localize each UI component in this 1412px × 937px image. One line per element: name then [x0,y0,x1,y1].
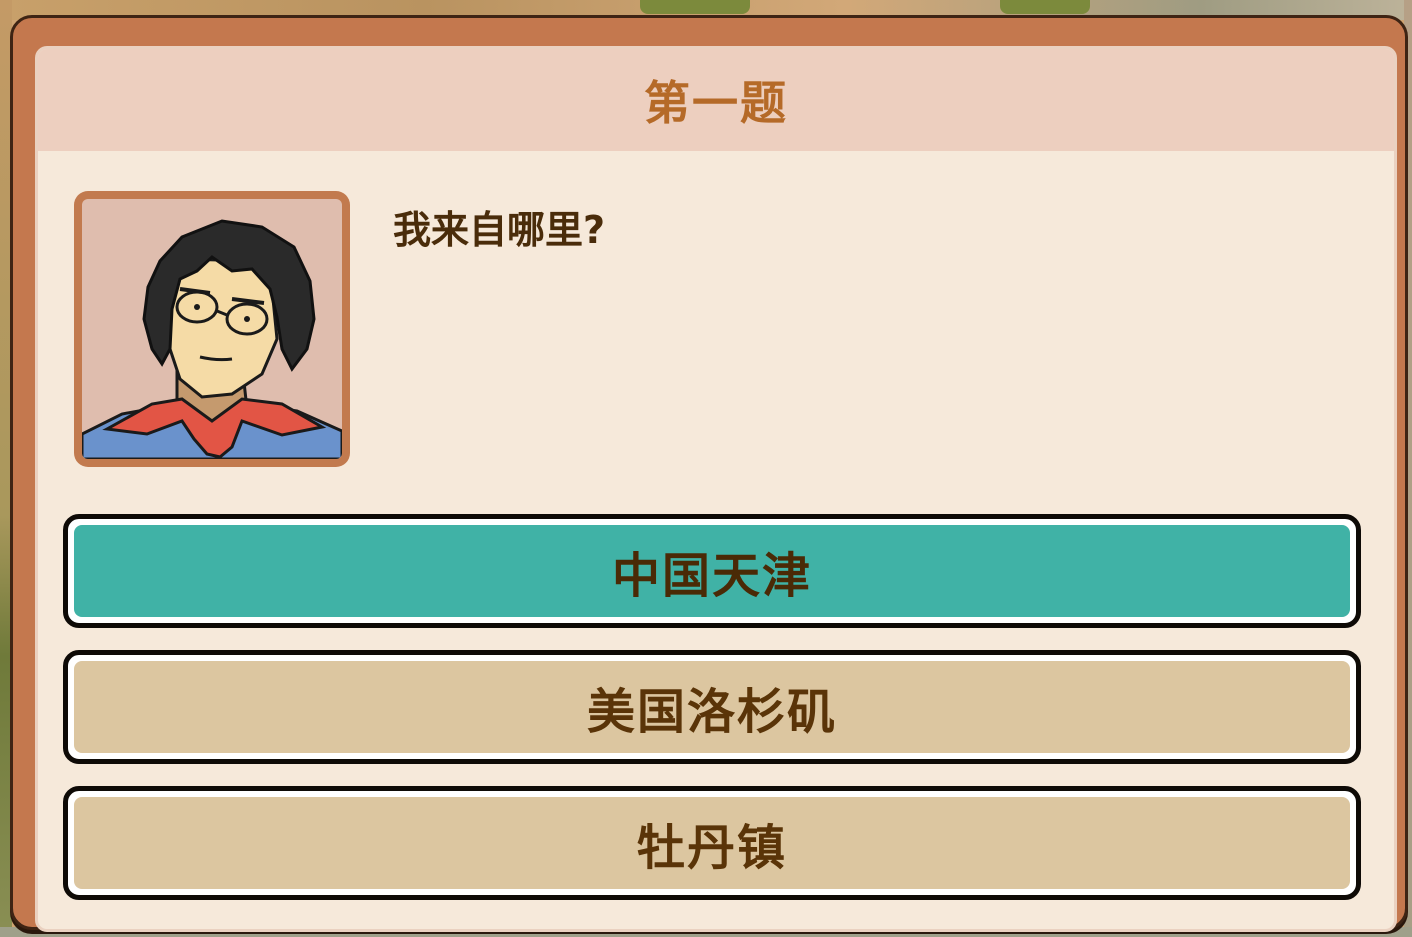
answer-option-2-label: 美国洛杉矶 [74,661,1350,753]
question-text: 我来自哪里? [393,208,606,252]
answer-option-1-label: 中国天津 [74,525,1350,617]
answer-option-2[interactable]: 美国洛杉矶 [63,650,1361,764]
quiz-panel: 第一题 我来自哪里? 中国天津 美国洛杉矶 牡丹镇 [35,46,1397,932]
character-portrait-icon [82,219,342,459]
title-bar: 第一题 [38,49,1394,151]
character-portrait [82,199,342,459]
answer-option-3-label: 牡丹镇 [74,797,1350,889]
answer-option-3[interactable]: 牡丹镇 [63,786,1361,900]
foliage-decoration [640,0,750,14]
portrait-frame [74,191,350,467]
quiz-title: 第一题 [644,76,788,130]
quiz-dialog: 第一题 我来自哪里? 中国天津 美国洛杉矶 牡丹镇 [10,15,1408,932]
answer-option-1[interactable]: 中国天津 [63,514,1361,628]
foliage-decoration [1000,0,1090,14]
